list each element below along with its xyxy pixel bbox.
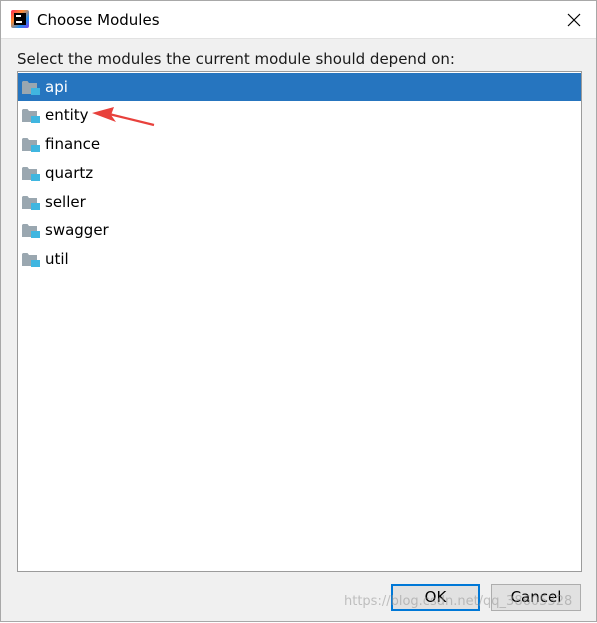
module-label: quartz [45,164,94,182]
dialog-title: Choose Modules [37,11,160,29]
module-label: finance [45,135,101,153]
module-label: api [45,78,68,96]
list-item-finance[interactable]: finance [18,130,581,158]
module-folder-icon [22,167,40,181]
instructions-label: Select the modules the current module sh… [17,50,455,68]
close-button[interactable] [551,1,597,38]
list-item-entity[interactable]: entity [18,101,581,129]
module-label: util [45,250,69,268]
module-folder-icon [22,109,40,123]
module-folder-icon [22,253,40,267]
list-item-quartz[interactable]: quartz [18,159,581,187]
choose-modules-dialog: Choose Modules Select the modules the cu… [0,0,597,622]
list-item-util[interactable]: util [18,245,581,273]
module-label: swagger [45,221,109,239]
title-bar[interactable]: Choose Modules [1,1,596,39]
module-folder-icon [22,224,40,238]
module-label: seller [45,193,86,211]
cancel-button[interactable]: Cancel [491,584,581,611]
ok-button[interactable]: OK [391,584,480,611]
list-item-api[interactable]: api [18,73,581,101]
intellij-idea-icon [11,10,29,28]
modules-list[interactable]: api entity finance quartz seller swagger… [17,71,582,572]
module-folder-icon [22,196,40,210]
module-folder-icon [22,138,40,152]
close-icon [567,13,581,26]
list-item-seller[interactable]: seller [18,188,581,216]
module-label: entity [45,106,89,124]
module-folder-icon [22,81,40,95]
list-item-swagger[interactable]: swagger [18,216,581,244]
